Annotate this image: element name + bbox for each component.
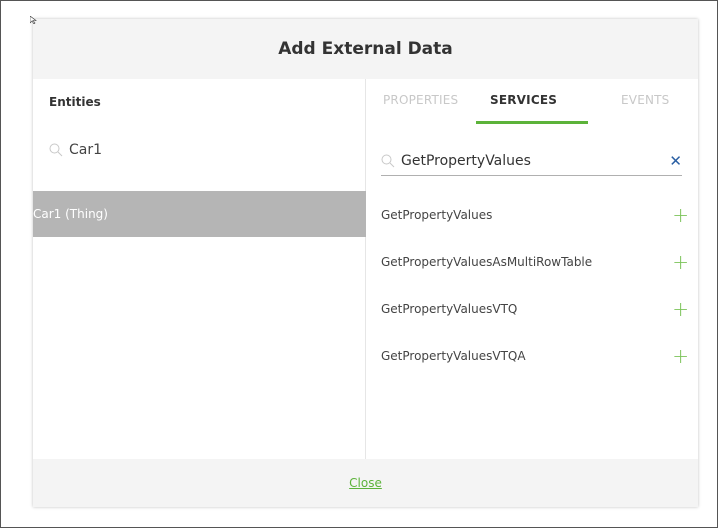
service-name: GetPropertyValuesVTQ [381,301,518,316]
tab-events[interactable]: EVENTS [621,93,670,107]
service-name: GetPropertyValues [381,207,493,222]
tab-bar: PROPERTIES SERVICES EVENTS [366,79,698,125]
dialog-title: Add External Data [278,39,453,59]
plus-icon[interactable]: + [672,346,689,366]
service-search: ✕ [381,147,682,176]
tab-properties[interactable]: PROPERTIES [383,93,458,107]
entity-list-item[interactable]: Car1 (Thing) [33,191,366,237]
service-list: GetPropertyValues + GetPropertyValuesAsM… [381,191,689,379]
close-icon[interactable]: ✕ [669,153,682,169]
services-pane: PROPERTIES SERVICES EVENTS ✕ GetProperty… [366,79,698,459]
add-external-data-dialog: Add External Data Entities Car1 (Thing) … [33,19,698,507]
service-list-item: GetPropertyValuesVTQA + [381,332,689,379]
dialog-header: Add External Data [33,19,698,79]
service-list-item: GetPropertyValuesVTQ + [381,285,689,332]
service-name: GetPropertyValuesAsMultiRowTable [381,254,593,269]
plus-icon[interactable]: + [672,205,689,225]
search-icon [381,154,395,168]
entity-label: Car1 (Thing) [33,207,108,221]
entity-search [49,142,269,158]
service-name: GetPropertyValuesVTQA [381,348,526,363]
entities-pane: Entities Car1 (Thing) [33,79,366,459]
service-list-item: GetPropertyValuesAsMultiRowTable + [381,238,689,285]
mouse-cursor-icon [30,16,37,24]
tab-services[interactable]: SERVICES [490,93,557,107]
close-button[interactable]: Close [349,476,382,490]
plus-icon[interactable]: + [672,252,689,272]
entity-search-input[interactable] [69,142,269,158]
search-icon [49,143,63,157]
dialog-footer: Close [33,459,698,507]
active-tab-indicator [476,121,588,124]
entities-label: Entities [49,95,101,109]
service-search-input[interactable] [401,153,670,169]
service-list-item: GetPropertyValues + [381,191,689,238]
plus-icon[interactable]: + [672,299,689,319]
